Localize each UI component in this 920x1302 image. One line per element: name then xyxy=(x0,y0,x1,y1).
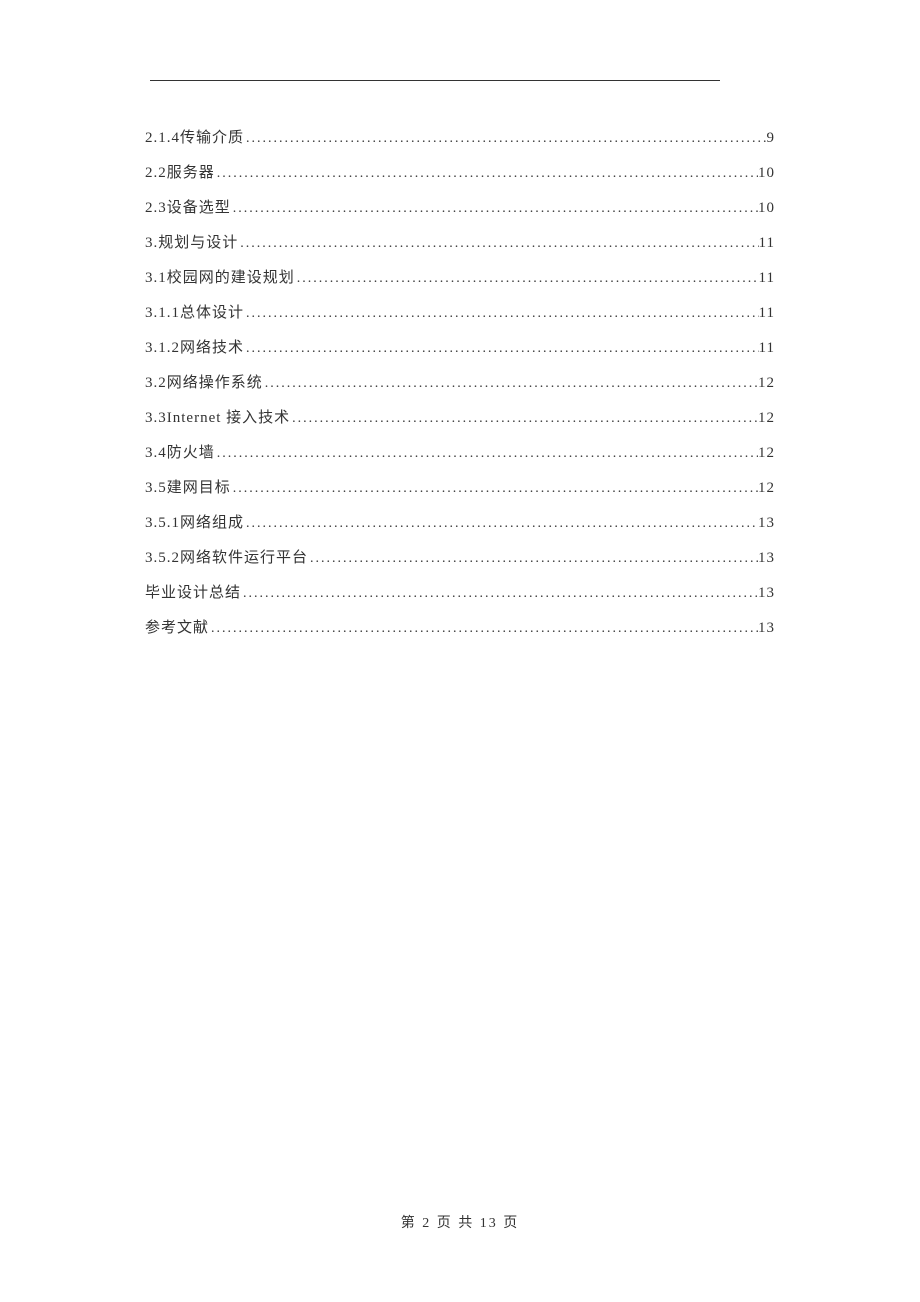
toc-leader-dots xyxy=(215,447,758,461)
toc-number: 3.4 xyxy=(145,446,167,461)
toc-number: 3.5.2 xyxy=(145,551,180,566)
toc-page-number: 13 xyxy=(758,586,775,601)
toc-entry: 3.1 校园网的建设规划 11 xyxy=(145,271,775,286)
toc-leader-dots xyxy=(231,482,758,496)
header-underline xyxy=(150,80,720,81)
toc-number: 3.1 xyxy=(145,271,167,286)
toc-page-number: 11 xyxy=(759,306,775,321)
toc-number: 3.3 xyxy=(145,411,167,426)
toc-number: 3.1.2 xyxy=(145,341,180,356)
toc-title: 网络组成 xyxy=(180,516,244,531)
toc-entry: 3.4 防火墙 12 xyxy=(145,446,775,461)
toc-leader-dots xyxy=(215,167,758,181)
toc-entry: 2.2 服务器 10 xyxy=(145,166,775,181)
toc-title: 网络操作系统 xyxy=(167,376,263,391)
toc-number: 2.2 xyxy=(145,166,167,181)
toc-title: 设备选型 xyxy=(167,201,231,216)
toc-number: 3.5 xyxy=(145,481,167,496)
toc-title: 传输介质 xyxy=(180,131,244,146)
page-content: 2.1.4 传输介质 9 2.2 服务器 10 2.3 设备选型 10 3. 规… xyxy=(0,0,920,636)
toc-title: 网络软件运行平台 xyxy=(180,551,308,566)
toc-title: 校园网的建设规划 xyxy=(167,271,295,286)
toc-entry: 3.1.2 网络技术 11 xyxy=(145,341,775,356)
toc-entry: 毕业设计总结 13 xyxy=(145,586,775,601)
toc-title: 建网目标 xyxy=(167,481,231,496)
toc-title: 网络技术 xyxy=(180,341,244,356)
toc-number: 2.1.4 xyxy=(145,131,180,146)
toc-leader-dots xyxy=(295,272,759,286)
page-footer: 第 2 页 共 13 页 xyxy=(0,1212,920,1232)
toc-number: 3.5.1 xyxy=(145,516,180,531)
toc-title: 防火墙 xyxy=(167,446,215,461)
toc-page-number: 10 xyxy=(758,201,775,216)
toc-number: 2.3 xyxy=(145,201,167,216)
toc-page-number: 12 xyxy=(758,376,775,391)
toc-entry: 参考文献 13 xyxy=(145,621,775,636)
toc-page-number: 11 xyxy=(759,271,775,286)
toc-page-number: 11 xyxy=(759,236,775,251)
toc-entry: 2.1.4 传输介质 9 xyxy=(145,131,775,146)
toc-entry: 2.3 设备选型 10 xyxy=(145,201,775,216)
toc-leader-dots xyxy=(209,622,758,636)
toc-title: 参考文献 xyxy=(145,621,209,636)
toc-page-number: 12 xyxy=(758,481,775,496)
toc-leader-dots xyxy=(244,517,758,531)
toc-entry: 3.3 Internet 接入技术 12 xyxy=(145,411,775,426)
toc-entry: 3. 规划与设计 11 xyxy=(145,236,775,251)
toc-entry: 3.5.1 网络组成 13 xyxy=(145,516,775,531)
toc-leader-dots xyxy=(231,202,758,216)
toc-page-number: 13 xyxy=(758,621,775,636)
toc-entry: 3.5 建网目标 12 xyxy=(145,481,775,496)
toc-leader-dots xyxy=(308,552,758,566)
toc-page-number: 10 xyxy=(758,166,775,181)
toc-page-number: 13 xyxy=(758,516,775,531)
toc-page-number: 12 xyxy=(758,411,775,426)
toc-number: 3.1.1 xyxy=(145,306,180,321)
footer-pagination: 第 2 页 共 13 页 xyxy=(401,1216,520,1231)
toc-entry: 3.5.2 网络软件运行平台 13 xyxy=(145,551,775,566)
toc-page-number: 13 xyxy=(758,551,775,566)
toc-title: 规划与设计 xyxy=(158,236,238,251)
toc-number: 3. xyxy=(145,236,158,251)
toc-leader-dots xyxy=(238,237,758,251)
toc-leader-dots xyxy=(241,587,758,601)
toc-leader-dots xyxy=(290,412,758,426)
toc-entry: 3.2 网络操作系统 12 xyxy=(145,376,775,391)
toc-leader-dots xyxy=(263,377,758,391)
toc-leader-dots xyxy=(244,132,766,146)
toc-number: 3.2 xyxy=(145,376,167,391)
toc-page-number: 12 xyxy=(758,446,775,461)
toc-leader-dots xyxy=(244,342,759,356)
toc-title: 毕业设计总结 xyxy=(145,586,241,601)
toc-entry: 3.1.1 总体设计 11 xyxy=(145,306,775,321)
toc-leader-dots xyxy=(244,307,759,321)
toc-title: Internet 接入技术 xyxy=(167,411,290,426)
toc-title: 总体设计 xyxy=(180,306,244,321)
toc-page-number: 9 xyxy=(767,131,776,146)
toc-title: 服务器 xyxy=(167,166,215,181)
toc-page-number: 11 xyxy=(759,341,775,356)
